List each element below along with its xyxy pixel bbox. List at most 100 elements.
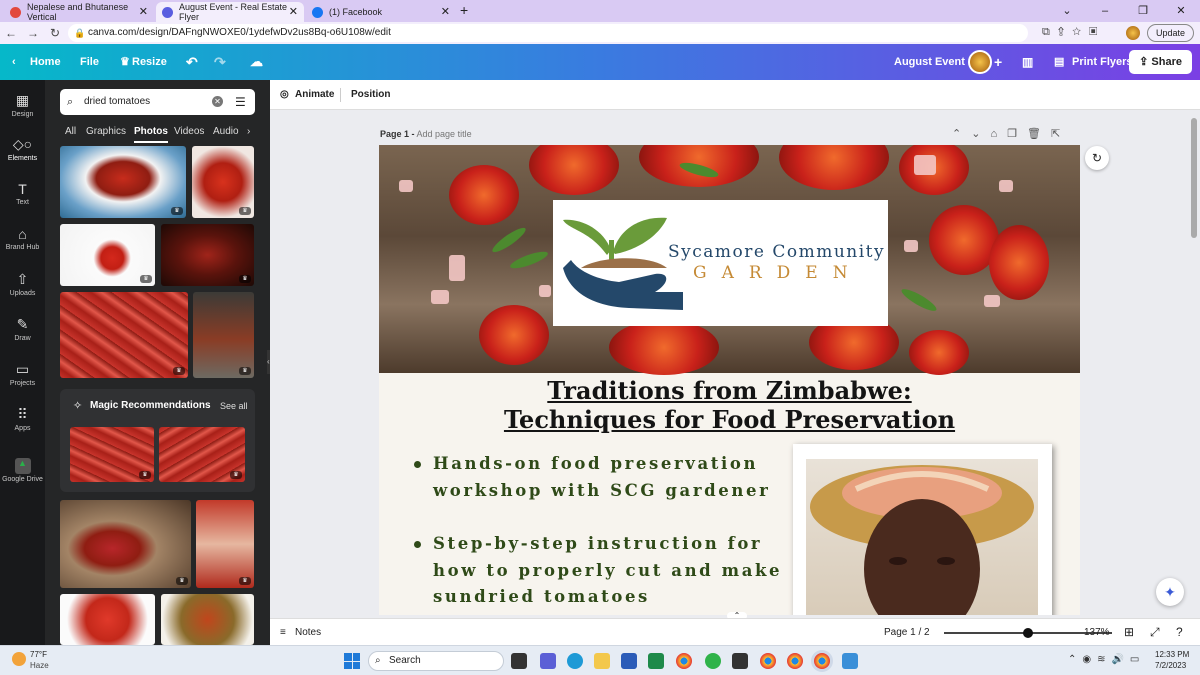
bullet-item[interactable]: Hands-on food preservation workshop with… (414, 451, 770, 504)
close-tab-icon[interactable]: ✕ (441, 5, 450, 18)
chrome-profile-icon[interactable] (760, 653, 776, 669)
photo-thumbnail[interactable]: ♛ (196, 500, 254, 588)
rail-item-google-drive[interactable]: ▲ Google Drive (0, 458, 45, 483)
task-view-icon[interactable] (511, 653, 527, 669)
new-tab-icon[interactable]: + (460, 2, 468, 18)
restore-icon[interactable]: ❐ (1124, 0, 1162, 22)
add-collaborator-icon[interactable]: + (994, 44, 1002, 80)
insights-icon[interactable]: ▥ (1022, 44, 1033, 80)
cloud-saved-icon[interactable]: ☁ (250, 44, 263, 80)
rail-item-brand-hub[interactable]: ⌂ Brand Hub (0, 226, 45, 251)
add-page-icon[interactable]: ⇱ (1051, 128, 1070, 140)
forward-icon[interactable]: → (22, 26, 44, 40)
trash-icon[interactable]: 🗑 (1027, 128, 1051, 140)
photo-thumbnail[interactable] (161, 594, 254, 645)
browser-action-icons[interactable]: ⧉⇪☆▣ (1042, 26, 1105, 39)
terminal-icon[interactable] (732, 653, 748, 669)
duplicate-icon[interactable]: ❐ (1007, 128, 1027, 140)
tab-graphics[interactable]: Graphics (86, 126, 126, 137)
file-explorer-icon[interactable] (594, 653, 610, 669)
refresh-icon[interactable]: ↻ (1085, 146, 1109, 170)
rail-item-draw[interactable]: ✎ Draw (0, 316, 45, 342)
design-title[interactable]: August Event (894, 44, 965, 80)
system-tray-icons[interactable]: ⌃◉≋🔊▭ (1068, 654, 1145, 665)
browser-tab-august-event[interactable]: August Event - Real Estate Flyer ✕ (156, 2, 304, 22)
close-tab-icon[interactable]: ✕ (139, 5, 148, 18)
browser-tab-nepalese[interactable]: Nepalese and Bhutanese Vertical ✕ (4, 2, 154, 22)
see-all-link[interactable]: See all (220, 401, 248, 411)
tab-all[interactable]: All (65, 126, 76, 137)
gardener-photo-frame[interactable] (793, 444, 1052, 615)
notes-button[interactable]: Notes (295, 619, 321, 646)
page-title-label[interactable]: Page 1 - Add page title (380, 129, 472, 139)
position-button[interactable]: Position (351, 80, 390, 110)
whatsapp-icon[interactable] (705, 653, 721, 669)
rail-item-design[interactable]: ▦ Design (0, 92, 45, 118)
fullscreen-icon[interactable]: ⤢ (1150, 619, 1160, 646)
weather-icon[interactable] (12, 652, 26, 666)
taskbar-search[interactable]: ⌕ Search (368, 651, 504, 671)
rail-item-elements[interactable]: ◇○ Elements (0, 136, 45, 162)
undo-icon[interactable]: ↶ (186, 44, 198, 80)
clock-date[interactable]: 7/2/2023 (1155, 661, 1186, 670)
chevron-down-icon[interactable]: ⌄ (971, 128, 990, 140)
home-chevron-icon[interactable]: ‹ (12, 44, 16, 80)
lock-icon[interactable]: ⌂ (990, 128, 1007, 140)
hero-photo[interactable]: Sycamore Community GARDEN (379, 145, 1080, 375)
excel-icon[interactable] (648, 653, 664, 669)
tab-photos[interactable]: Photos (134, 126, 168, 143)
photo-thumbnail[interactable]: ♛ (70, 427, 154, 482)
update-button[interactable]: Update (1146, 24, 1194, 42)
chrome-profile-icon[interactable] (787, 653, 803, 669)
close-window-icon[interactable]: ✕ (1162, 0, 1200, 22)
photo-thumbnail[interactable]: ♛ (193, 292, 254, 378)
chrome-active-icon[interactable] (814, 653, 830, 669)
help-icon[interactable]: ? (1176, 619, 1183, 646)
zoom-level[interactable]: 137% (1084, 619, 1110, 646)
vertical-scrollbar[interactable] (1191, 118, 1197, 238)
weather-temp[interactable]: 77°F (30, 650, 47, 659)
reload-icon[interactable]: ↻ (44, 26, 66, 40)
word-icon[interactable] (621, 653, 637, 669)
photo-thumbnail[interactable]: ♛ (60, 224, 155, 286)
user-avatar[interactable] (968, 50, 992, 74)
chrome-icon[interactable] (676, 653, 692, 669)
clear-search-icon[interactable]: ✕ (212, 96, 223, 107)
rail-item-projects[interactable]: ▭ Projects (0, 361, 45, 387)
rail-item-text[interactable]: T Text (0, 181, 45, 206)
rail-item-uploads[interactable]: ⇧ Uploads (0, 271, 45, 297)
photos-icon[interactable] (842, 653, 858, 669)
minimize-icon[interactable]: – (1086, 0, 1124, 22)
clock-time[interactable]: 12:33 PM (1155, 650, 1189, 659)
browser-tab-facebook[interactable]: (1) Facebook ✕ (306, 2, 456, 22)
photo-thumbnail[interactable] (60, 594, 155, 645)
tab-audio[interactable]: Audio (213, 126, 239, 137)
edge-icon[interactable] (567, 653, 583, 669)
chevron-down-icon[interactable]: ⌄ (1048, 0, 1086, 22)
photo-thumbnail[interactable]: ♛ (159, 427, 245, 482)
photo-thumbnail[interactable]: ♛ (192, 146, 254, 218)
close-tab-icon[interactable]: ✕ (289, 5, 298, 18)
photo-thumbnail[interactable]: ♛ (60, 146, 186, 218)
photo-thumbnail[interactable]: ♛ (60, 500, 191, 588)
flyer-page[interactable]: Sycamore Community GARDEN Traditions fro… (379, 145, 1080, 615)
home-button[interactable]: Home (30, 44, 61, 80)
magic-assistant-icon[interactable]: ✦ (1156, 578, 1184, 606)
windows-start-icon[interactable] (344, 653, 360, 669)
profile-avatar[interactable] (1126, 26, 1140, 40)
redo-icon[interactable]: ↷ (214, 44, 226, 80)
search-input[interactable]: ⌕ dried tomatoes ✕ ☰ (60, 89, 255, 115)
share-button[interactable]: ⇪ Share (1129, 50, 1192, 74)
photo-thumbnail[interactable]: ♛ (60, 292, 188, 378)
chevron-right-icon[interactable]: › (247, 126, 250, 137)
resize-button[interactable]: Resize (132, 44, 167, 80)
url-field[interactable]: 🔒 canva.com/design/DAFngNWOXE0/1ydefwDv2… (68, 24, 1028, 42)
file-menu[interactable]: File (80, 44, 99, 80)
animate-button[interactable]: Animate (295, 80, 334, 110)
rail-item-apps[interactable]: ⠿ Apps (0, 406, 45, 432)
garden-logo[interactable]: Sycamore Community GARDEN (553, 200, 888, 326)
zoom-slider-handle[interactable] (1023, 628, 1033, 638)
chevron-up-icon[interactable]: ⌃ (952, 128, 971, 140)
bullet-item[interactable]: Step-by-step instruction for how to prop… (414, 531, 782, 611)
tab-videos[interactable]: Videos (174, 126, 204, 137)
